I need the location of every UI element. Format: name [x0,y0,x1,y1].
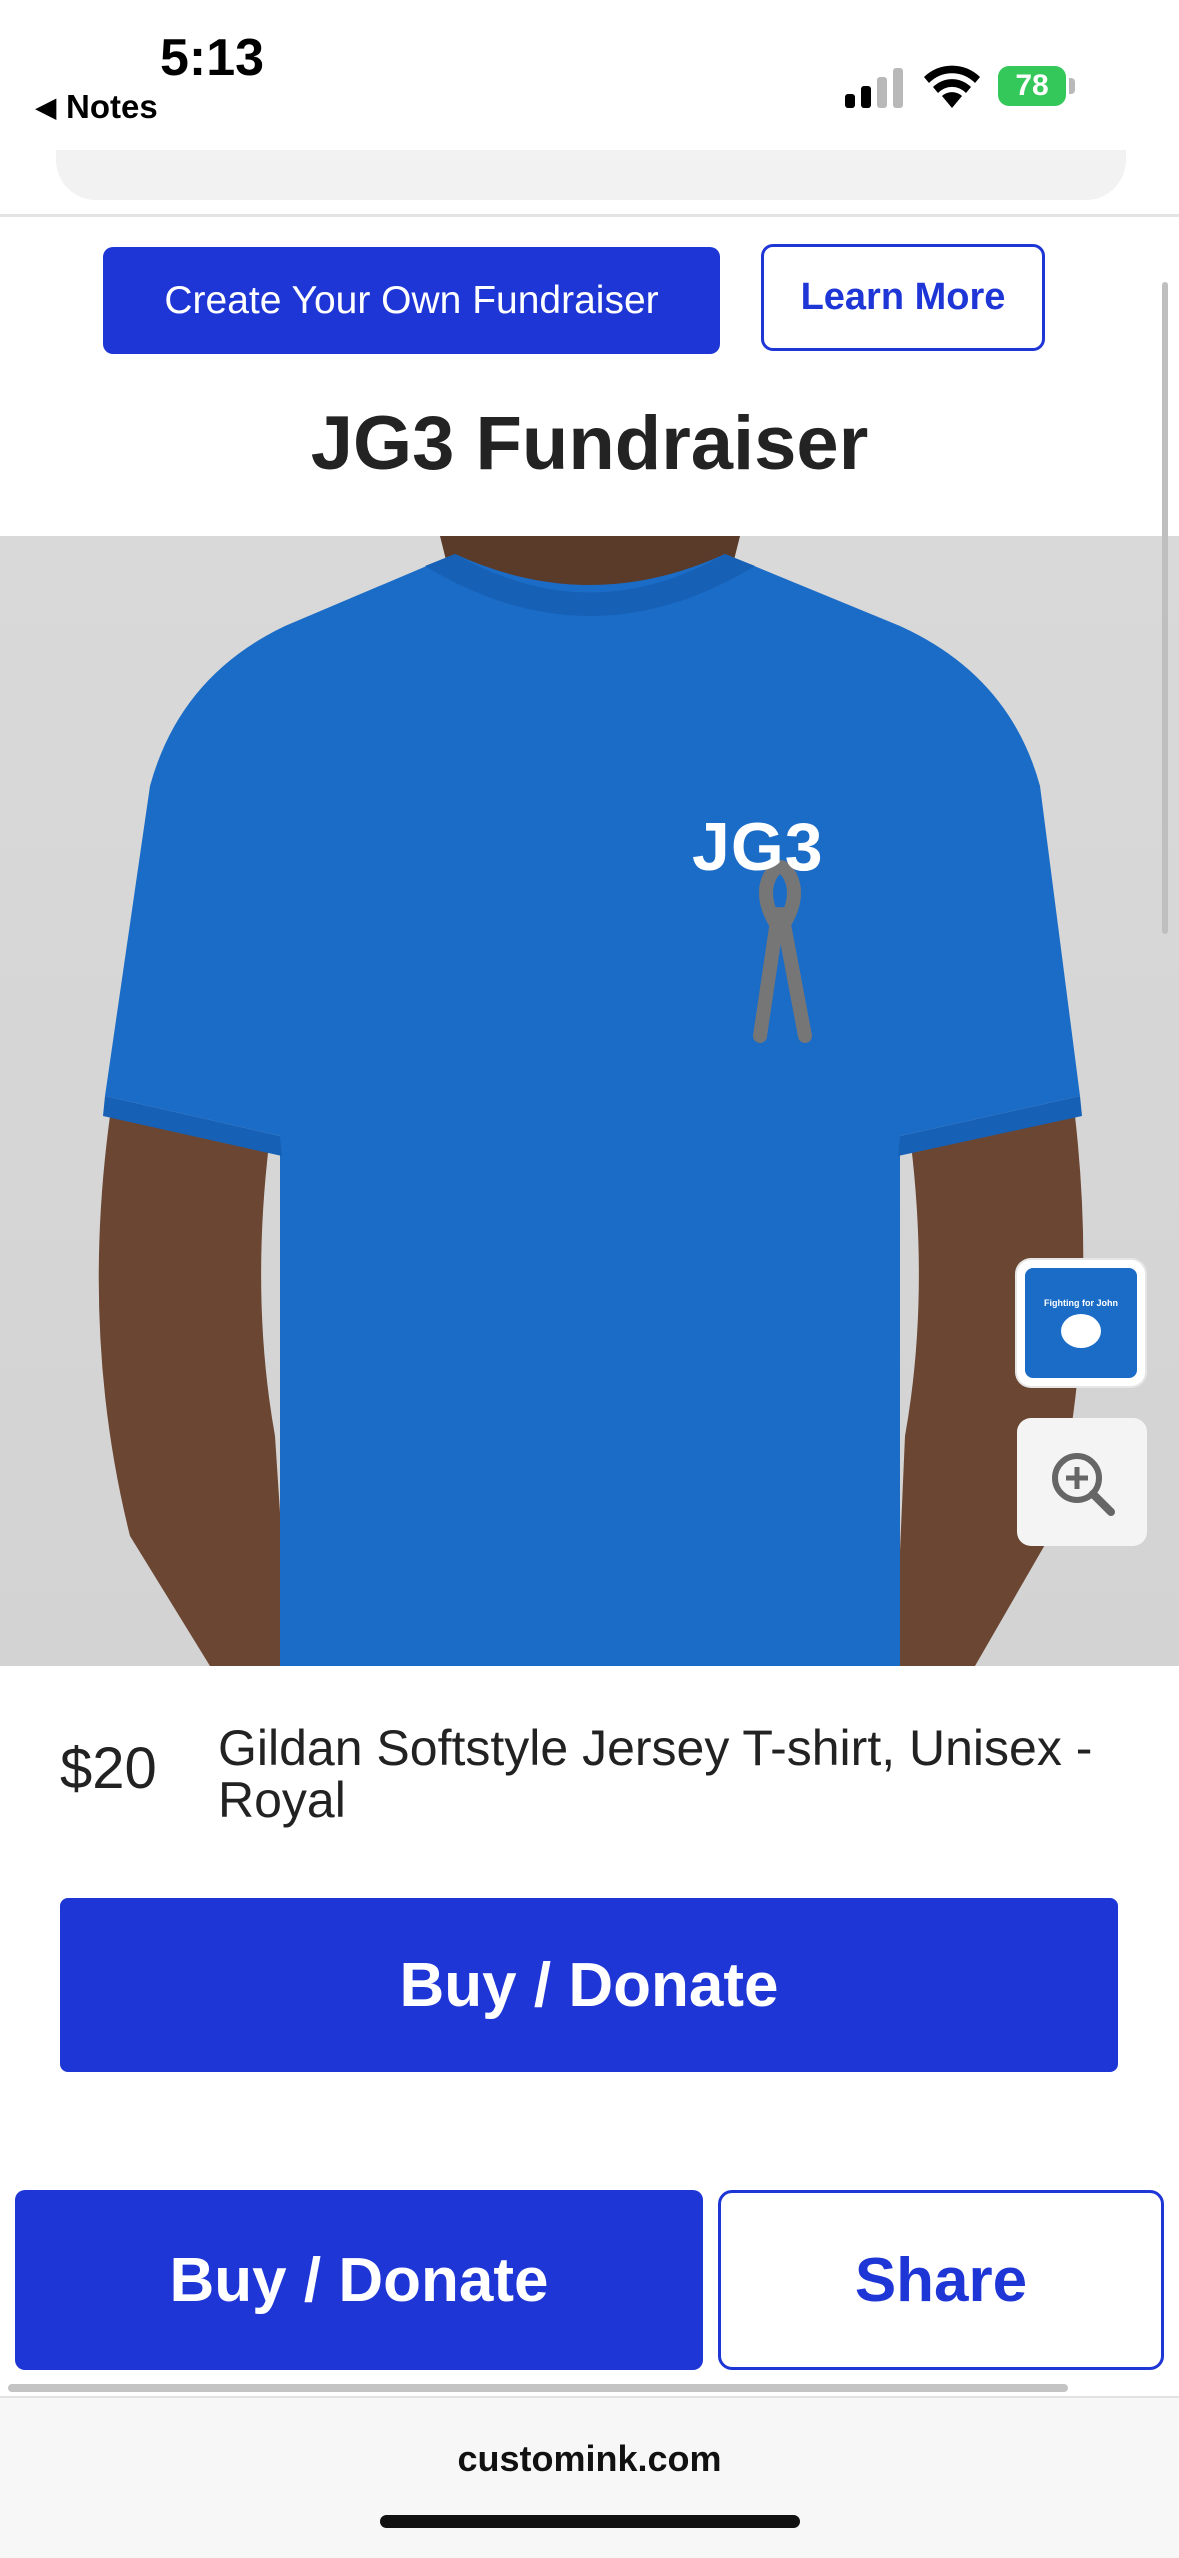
buy-donate-sticky-button[interactable]: Buy / Donate [15,2190,703,2370]
product-thumbnail-back[interactable]: Fighting for John [1017,1260,1145,1386]
back-arrow-icon: ◀ [36,91,56,122]
battery-level: 78 [998,66,1066,106]
page-title: JG3 Fundraiser [310,401,869,486]
divider [0,214,1179,217]
tshirt-illustration [98,536,1084,1666]
learn-more-button[interactable]: Learn More [761,244,1045,351]
back-to-app-button[interactable]: ◀ Notes [36,88,158,126]
product-price: $20 [60,1736,157,1801]
shirt-print-text: JG3 [692,809,824,885]
battery-icon: 78 [998,66,1078,106]
page-scrollbar[interactable] [1162,282,1168,934]
thumbnail-text: Fighting for John [1044,1298,1118,1308]
url-text[interactable]: customink.com [0,2438,1179,2480]
share-button[interactable]: Share [718,2190,1164,2370]
home-indicator[interactable] [380,2515,800,2528]
back-app-label: Notes [66,88,158,125]
signal-icon [845,64,903,108]
zoom-button[interactable] [1017,1418,1147,1546]
wifi-icon [924,65,980,108]
buy-donate-button[interactable]: Buy / Donate [60,1898,1118,2072]
search-bar-remnant [56,150,1126,200]
status-time: 5:13 [160,29,265,87]
horizontal-scrollbar[interactable] [8,2384,1068,2392]
zoom-in-icon [1052,1453,1115,1516]
product-image[interactable]: JG3 [0,536,1179,1666]
create-fundraiser-button[interactable]: Create Your Own Fundraiser [103,247,720,354]
product-description: Gildan Softstyle Jersey T-shirt, Unisex … [218,1720,1093,1828]
status-bar: 5:13 ◀ Notes 78 [0,0,1179,150]
